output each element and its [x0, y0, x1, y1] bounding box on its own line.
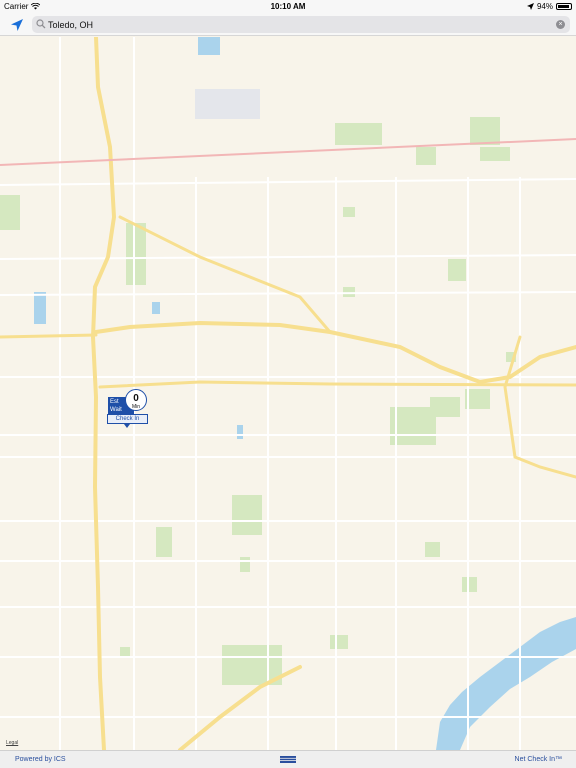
wait-time-marker[interactable]: Est Wait 0 Min Check In — [107, 389, 148, 429]
marker-pointer — [124, 424, 130, 428]
locate-arrow-icon[interactable] — [10, 18, 24, 32]
powered-by-label[interactable]: Powered by ICS — [15, 756, 66, 763]
airport-area — [195, 89, 260, 119]
check-in-button[interactable]: Check In — [107, 414, 148, 424]
search-bar: × — [0, 13, 576, 36]
legal-link[interactable]: Legal — [6, 740, 18, 746]
location-arrow-icon — [526, 3, 534, 10]
wait-time-badge: 0 Min — [125, 389, 147, 411]
battery-icon — [556, 3, 572, 10]
map-canvas[interactable] — [0, 37, 576, 750]
clear-icon[interactable]: × — [556, 20, 565, 29]
ics-logo-icon — [280, 756, 296, 763]
clock: 10:10 AM — [270, 2, 306, 11]
wait-time-value: 0 — [133, 393, 139, 404]
status-bar: Carrier 10:10 AM 94% — [0, 0, 576, 13]
status-right-group: 94% — [526, 2, 572, 11]
search-input[interactable] — [48, 16, 548, 33]
map-view[interactable]: Est Wait 0 Min Check In — [0, 37, 576, 750]
app-screen: Carrier 10:10 AM 94% × — [0, 0, 576, 768]
product-label: Net Check In™ — [514, 756, 562, 763]
wait-time-unit: Min — [131, 404, 141, 410]
est-label-line1: Est — [110, 399, 119, 405]
search-field[interactable]: × — [32, 16, 570, 33]
bottom-bar: Powered by ICS Net Check In™ — [0, 750, 576, 768]
search-icon — [36, 19, 46, 29]
battery-percent: 94% — [536, 2, 553, 11]
est-label-line2: Wait — [110, 407, 122, 413]
